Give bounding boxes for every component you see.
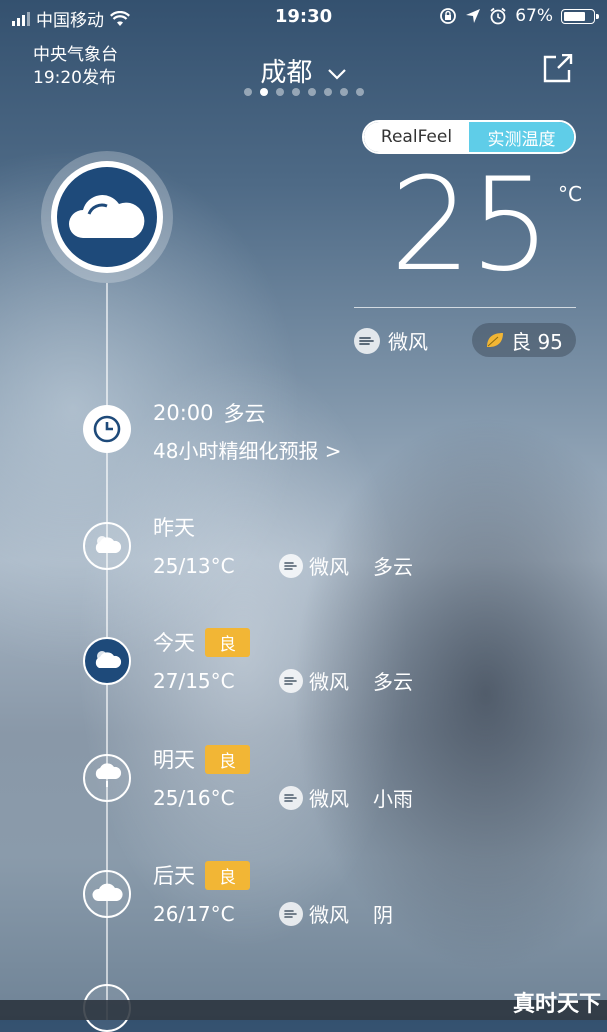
day-details: 27/15°C 微风 多云	[153, 666, 413, 695]
day-wind: 微风	[309, 903, 349, 927]
day-details: 25/16°C 微风 小雨	[153, 783, 413, 812]
current-wind: 微风	[354, 326, 428, 355]
hourly-forecast-link[interactable]: 48小时精细化预报 >	[153, 435, 342, 464]
wind-icon	[279, 668, 303, 693]
toggle-measured[interactable]: 实测温度	[469, 122, 574, 152]
current-wind-label: 微风	[388, 330, 428, 354]
wind-icon	[354, 327, 380, 354]
location-arrow-icon	[466, 9, 481, 23]
day-title[interactable]: 昨天	[153, 512, 195, 542]
day-condition: 多云	[373, 670, 413, 694]
leaf-icon	[487, 333, 504, 347]
partly-cloudy-night-icon	[92, 533, 122, 559]
share-icon[interactable]	[542, 54, 574, 84]
day-temperature-range: 27/15°C	[153, 668, 235, 693]
toggle-realfeel[interactable]: RealFeel	[364, 122, 469, 152]
rain-cloud-icon	[92, 763, 122, 793]
partly-cloudy-night-icon	[92, 648, 122, 674]
day-condition: 小雨	[373, 787, 413, 811]
day-icon-node	[83, 754, 131, 802]
day-title[interactable]: 后天良	[153, 860, 250, 890]
chevron-down-icon	[327, 68, 346, 80]
page-dot	[275, 88, 284, 96]
day-temperature-range: 26/17°C	[153, 901, 235, 926]
city-selector[interactable]: 成都	[0, 52, 607, 89]
day-details: 26/17°C 微风阴	[153, 899, 393, 928]
page-dot	[339, 88, 348, 96]
temperature-mode-toggle[interactable]: RealFeel 实测温度	[362, 120, 576, 154]
status-right: 67%	[439, 6, 599, 26]
day-icon-node	[83, 637, 131, 685]
day-wind: 微风	[309, 787, 349, 811]
air-quality-badge: 良	[205, 860, 250, 890]
day-temperature-range: 25/16°C	[153, 785, 235, 810]
day-temperature-range: 25/13°C	[153, 553, 235, 578]
hourly-time: 20:00	[153, 401, 214, 425]
wind-icon	[279, 785, 303, 810]
hourly-condition: 多云	[223, 402, 266, 426]
status-bar: 中国移动 19:30 67%	[0, 0, 607, 34]
day-details: 25/13°C 微风 多云	[153, 551, 413, 580]
current-temperature: 25	[390, 151, 551, 300]
page-indicator	[0, 88, 607, 96]
air-quality-badge: 良	[205, 627, 250, 657]
divider	[354, 307, 576, 308]
rotation-lock-icon	[440, 8, 457, 24]
clock-node	[83, 405, 131, 453]
page-dot	[355, 88, 364, 96]
day-label: 明天	[153, 748, 195, 772]
cloud-icon	[91, 881, 123, 907]
temperature-unit: °C	[558, 182, 582, 206]
day-wind: 微风	[309, 555, 349, 579]
battery-percent: 67%	[515, 6, 553, 26]
page-dot	[323, 88, 332, 96]
clock-icon	[93, 415, 121, 443]
day-wind: 微风	[309, 670, 349, 694]
day-label: 今天	[153, 631, 195, 655]
day-icon-node	[83, 522, 131, 570]
cloud-icon	[69, 195, 145, 238]
day-condition: 多云	[373, 555, 413, 579]
aqi-badge[interactable]: 良 95	[472, 323, 576, 357]
day-condition: 阴	[373, 903, 393, 927]
aqi-value: 良 95	[511, 329, 563, 354]
day-icon-node	[83, 870, 131, 918]
day-title[interactable]: 明天良	[153, 744, 250, 774]
wind-icon	[279, 901, 303, 926]
city-name: 成都	[260, 58, 313, 88]
day-label: 后天	[153, 864, 195, 888]
day-title[interactable]: 今天良	[153, 627, 250, 657]
battery-icon	[561, 8, 599, 24]
page-dot	[243, 88, 252, 96]
page-dot-active	[259, 88, 268, 96]
wind-icon	[279, 553, 303, 578]
air-quality-badge: 良	[205, 744, 250, 774]
alarm-icon	[490, 7, 506, 25]
current-weather-icon-ring	[41, 151, 173, 283]
page-dot	[291, 88, 300, 96]
page-dot	[307, 88, 316, 96]
watermark: 真时天下	[512, 992, 601, 1017]
hourly-summary: 20:00 多云	[153, 398, 266, 428]
day-label: 昨天	[153, 516, 195, 540]
